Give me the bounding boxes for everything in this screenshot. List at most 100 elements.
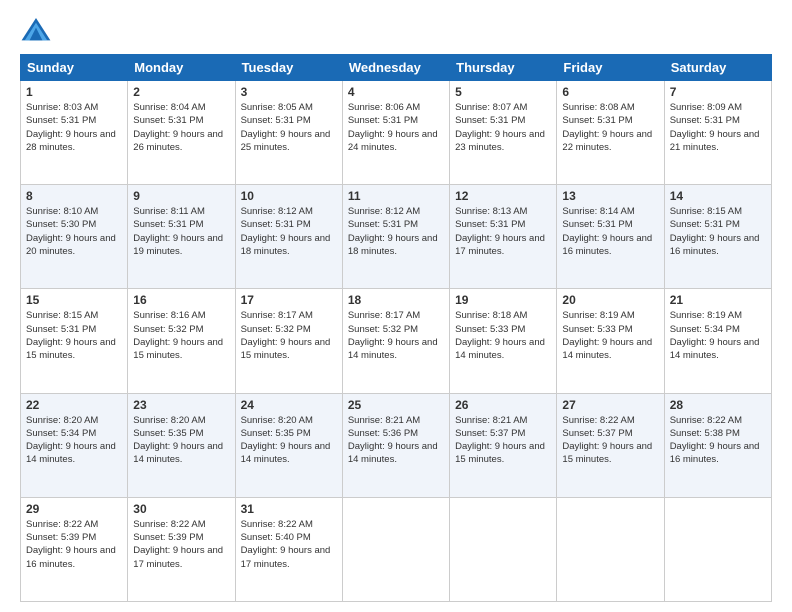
day-info: Sunrise: 8:20 AM Sunset: 5:34 PM Dayligh…	[26, 414, 122, 467]
day-number: 26	[455, 398, 551, 412]
calendar-day-cell: 17 Sunrise: 8:17 AM Sunset: 5:32 PM Dayl…	[235, 289, 342, 393]
calendar-day-cell: 27 Sunrise: 8:22 AM Sunset: 5:37 PM Dayl…	[557, 393, 664, 497]
day-number: 25	[348, 398, 444, 412]
calendar-day-cell: 5 Sunrise: 8:07 AM Sunset: 5:31 PM Dayli…	[450, 81, 557, 185]
day-info: Sunrise: 8:18 AM Sunset: 5:33 PM Dayligh…	[455, 309, 551, 362]
calendar-day-cell: 18 Sunrise: 8:17 AM Sunset: 5:32 PM Dayl…	[342, 289, 449, 393]
calendar-day-cell: 19 Sunrise: 8:18 AM Sunset: 5:33 PM Dayl…	[450, 289, 557, 393]
day-info: Sunrise: 8:17 AM Sunset: 5:32 PM Dayligh…	[348, 309, 444, 362]
calendar-day-cell: 14 Sunrise: 8:15 AM Sunset: 5:31 PM Dayl…	[664, 185, 771, 289]
weekday-header-cell: Saturday	[664, 55, 771, 81]
day-number: 19	[455, 293, 551, 307]
day-number: 29	[26, 502, 122, 516]
calendar-day-cell: 25 Sunrise: 8:21 AM Sunset: 5:36 PM Dayl…	[342, 393, 449, 497]
weekday-header-cell: Thursday	[450, 55, 557, 81]
day-number: 9	[133, 189, 229, 203]
day-info: Sunrise: 8:09 AM Sunset: 5:31 PM Dayligh…	[670, 101, 766, 154]
calendar-day-cell: 2 Sunrise: 8:04 AM Sunset: 5:31 PM Dayli…	[128, 81, 235, 185]
day-number: 20	[562, 293, 658, 307]
day-number: 18	[348, 293, 444, 307]
calendar-day-cell: 7 Sunrise: 8:09 AM Sunset: 5:31 PM Dayli…	[664, 81, 771, 185]
day-info: Sunrise: 8:22 AM Sunset: 5:40 PM Dayligh…	[241, 518, 337, 571]
day-number: 11	[348, 189, 444, 203]
calendar-day-cell: 16 Sunrise: 8:16 AM Sunset: 5:32 PM Dayl…	[128, 289, 235, 393]
calendar-day-cell: 24 Sunrise: 8:20 AM Sunset: 5:35 PM Dayl…	[235, 393, 342, 497]
day-number: 13	[562, 189, 658, 203]
day-info: Sunrise: 8:12 AM Sunset: 5:31 PM Dayligh…	[241, 205, 337, 258]
day-info: Sunrise: 8:20 AM Sunset: 5:35 PM Dayligh…	[241, 414, 337, 467]
page: SundayMondayTuesdayWednesdayThursdayFrid…	[0, 0, 792, 612]
calendar-day-cell: 3 Sunrise: 8:05 AM Sunset: 5:31 PM Dayli…	[235, 81, 342, 185]
day-info: Sunrise: 8:15 AM Sunset: 5:31 PM Dayligh…	[670, 205, 766, 258]
calendar-day-cell: 11 Sunrise: 8:12 AM Sunset: 5:31 PM Dayl…	[342, 185, 449, 289]
day-number: 22	[26, 398, 122, 412]
calendar-day-cell: 8 Sunrise: 8:10 AM Sunset: 5:30 PM Dayli…	[21, 185, 128, 289]
calendar-day-cell: 15 Sunrise: 8:15 AM Sunset: 5:31 PM Dayl…	[21, 289, 128, 393]
day-number: 30	[133, 502, 229, 516]
day-info: Sunrise: 8:16 AM Sunset: 5:32 PM Dayligh…	[133, 309, 229, 362]
calendar-body: 1 Sunrise: 8:03 AM Sunset: 5:31 PM Dayli…	[21, 81, 772, 602]
calendar-week-row: 8 Sunrise: 8:10 AM Sunset: 5:30 PM Dayli…	[21, 185, 772, 289]
logo-icon	[20, 16, 52, 44]
day-info: Sunrise: 8:07 AM Sunset: 5:31 PM Dayligh…	[455, 101, 551, 154]
calendar-day-cell: 23 Sunrise: 8:20 AM Sunset: 5:35 PM Dayl…	[128, 393, 235, 497]
day-number: 10	[241, 189, 337, 203]
calendar-day-cell: 9 Sunrise: 8:11 AM Sunset: 5:31 PM Dayli…	[128, 185, 235, 289]
calendar-day-cell: 28 Sunrise: 8:22 AM Sunset: 5:38 PM Dayl…	[664, 393, 771, 497]
weekday-header-row: SundayMondayTuesdayWednesdayThursdayFrid…	[21, 55, 772, 81]
day-number: 31	[241, 502, 337, 516]
calendar-day-cell: 21 Sunrise: 8:19 AM Sunset: 5:34 PM Dayl…	[664, 289, 771, 393]
day-info: Sunrise: 8:21 AM Sunset: 5:36 PM Dayligh…	[348, 414, 444, 467]
logo	[20, 16, 56, 44]
day-number: 24	[241, 398, 337, 412]
day-number: 5	[455, 85, 551, 99]
day-info: Sunrise: 8:21 AM Sunset: 5:37 PM Dayligh…	[455, 414, 551, 467]
day-number: 14	[670, 189, 766, 203]
calendar-day-cell: 31 Sunrise: 8:22 AM Sunset: 5:40 PM Dayl…	[235, 497, 342, 601]
day-number: 8	[26, 189, 122, 203]
day-number: 21	[670, 293, 766, 307]
day-number: 16	[133, 293, 229, 307]
calendar-day-cell	[342, 497, 449, 601]
day-info: Sunrise: 8:13 AM Sunset: 5:31 PM Dayligh…	[455, 205, 551, 258]
day-info: Sunrise: 8:11 AM Sunset: 5:31 PM Dayligh…	[133, 205, 229, 258]
day-info: Sunrise: 8:22 AM Sunset: 5:37 PM Dayligh…	[562, 414, 658, 467]
day-number: 1	[26, 85, 122, 99]
day-number: 23	[133, 398, 229, 412]
day-number: 28	[670, 398, 766, 412]
day-info: Sunrise: 8:06 AM Sunset: 5:31 PM Dayligh…	[348, 101, 444, 154]
calendar-week-row: 22 Sunrise: 8:20 AM Sunset: 5:34 PM Dayl…	[21, 393, 772, 497]
day-info: Sunrise: 8:15 AM Sunset: 5:31 PM Dayligh…	[26, 309, 122, 362]
calendar-day-cell: 20 Sunrise: 8:19 AM Sunset: 5:33 PM Dayl…	[557, 289, 664, 393]
day-info: Sunrise: 8:17 AM Sunset: 5:32 PM Dayligh…	[241, 309, 337, 362]
calendar-day-cell: 30 Sunrise: 8:22 AM Sunset: 5:39 PM Dayl…	[128, 497, 235, 601]
header	[20, 16, 772, 44]
day-info: Sunrise: 8:05 AM Sunset: 5:31 PM Dayligh…	[241, 101, 337, 154]
day-info: Sunrise: 8:22 AM Sunset: 5:39 PM Dayligh…	[26, 518, 122, 571]
day-number: 27	[562, 398, 658, 412]
calendar-day-cell	[557, 497, 664, 601]
day-number: 7	[670, 85, 766, 99]
weekday-header-cell: Sunday	[21, 55, 128, 81]
calendar-day-cell: 4 Sunrise: 8:06 AM Sunset: 5:31 PM Dayli…	[342, 81, 449, 185]
calendar-day-cell: 26 Sunrise: 8:21 AM Sunset: 5:37 PM Dayl…	[450, 393, 557, 497]
weekday-header-cell: Wednesday	[342, 55, 449, 81]
calendar-day-cell: 12 Sunrise: 8:13 AM Sunset: 5:31 PM Dayl…	[450, 185, 557, 289]
day-number: 17	[241, 293, 337, 307]
calendar-week-row: 1 Sunrise: 8:03 AM Sunset: 5:31 PM Dayli…	[21, 81, 772, 185]
calendar-day-cell: 22 Sunrise: 8:20 AM Sunset: 5:34 PM Dayl…	[21, 393, 128, 497]
day-info: Sunrise: 8:04 AM Sunset: 5:31 PM Dayligh…	[133, 101, 229, 154]
day-number: 4	[348, 85, 444, 99]
weekday-header-cell: Friday	[557, 55, 664, 81]
day-info: Sunrise: 8:12 AM Sunset: 5:31 PM Dayligh…	[348, 205, 444, 258]
day-info: Sunrise: 8:19 AM Sunset: 5:34 PM Dayligh…	[670, 309, 766, 362]
day-info: Sunrise: 8:03 AM Sunset: 5:31 PM Dayligh…	[26, 101, 122, 154]
day-number: 2	[133, 85, 229, 99]
day-info: Sunrise: 8:22 AM Sunset: 5:39 PM Dayligh…	[133, 518, 229, 571]
day-info: Sunrise: 8:14 AM Sunset: 5:31 PM Dayligh…	[562, 205, 658, 258]
day-info: Sunrise: 8:20 AM Sunset: 5:35 PM Dayligh…	[133, 414, 229, 467]
calendar-day-cell: 6 Sunrise: 8:08 AM Sunset: 5:31 PM Dayli…	[557, 81, 664, 185]
day-info: Sunrise: 8:19 AM Sunset: 5:33 PM Dayligh…	[562, 309, 658, 362]
weekday-header-cell: Monday	[128, 55, 235, 81]
day-info: Sunrise: 8:22 AM Sunset: 5:38 PM Dayligh…	[670, 414, 766, 467]
